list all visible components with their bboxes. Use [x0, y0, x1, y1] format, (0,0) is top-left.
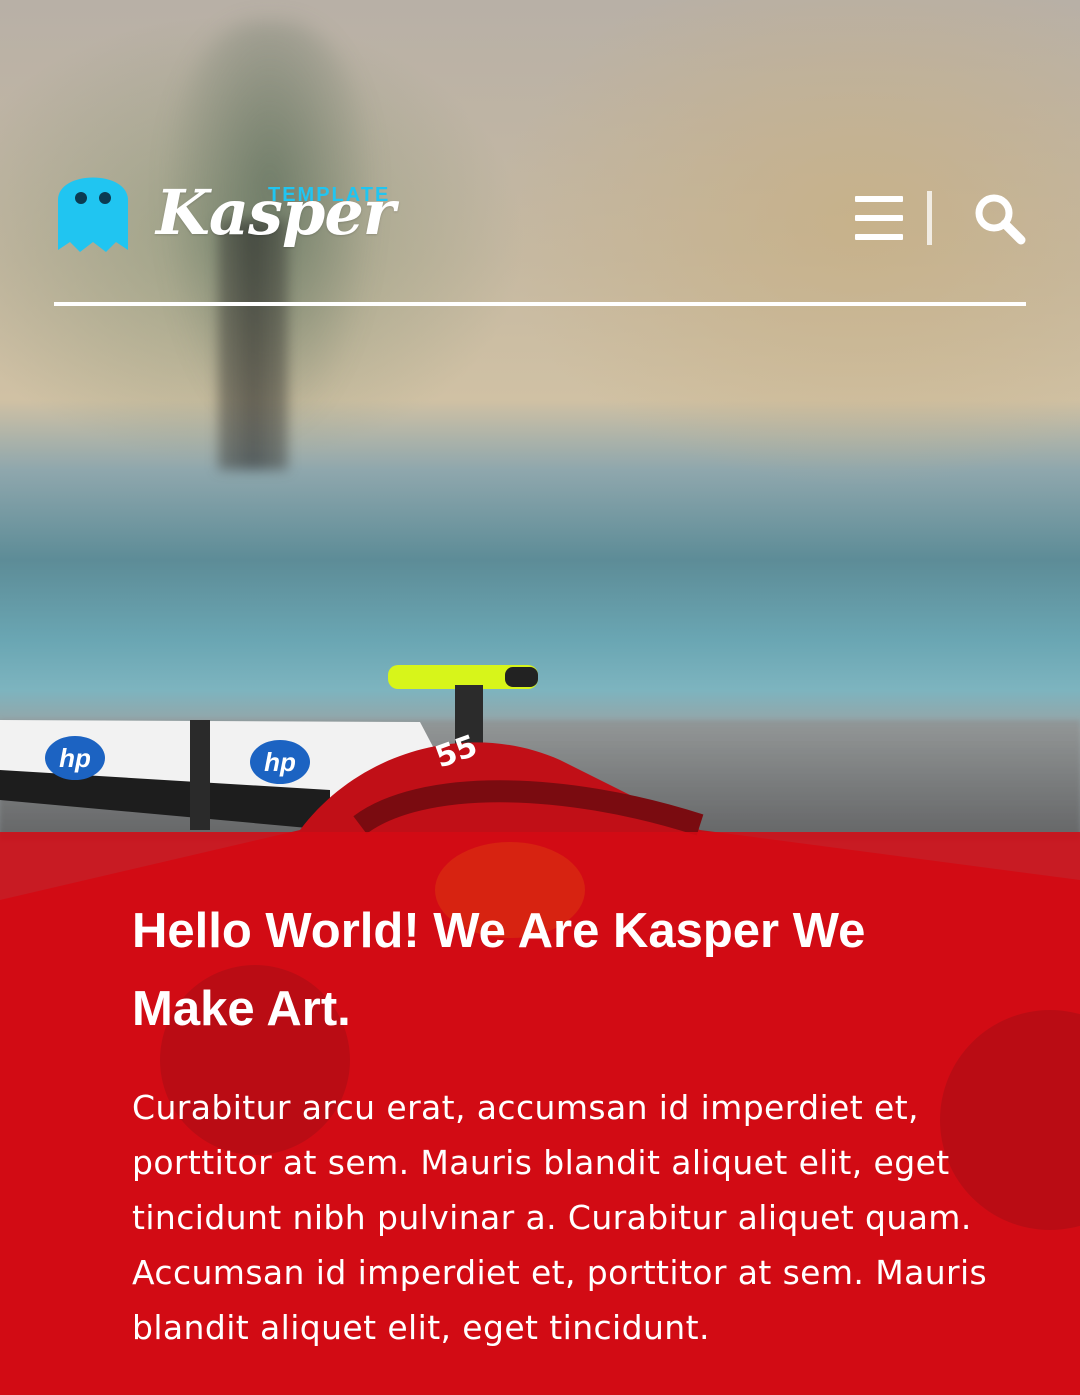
header-underline	[54, 302, 1026, 306]
hamburger-menu-icon[interactable]	[855, 196, 903, 240]
header-divider	[927, 191, 932, 245]
menu-bar	[855, 196, 903, 202]
hero-intro-panel: Hello World! We Are Kasper We Make Art. …	[0, 832, 1080, 1395]
search-icon[interactable]	[972, 191, 1026, 245]
menu-bar	[855, 215, 903, 221]
site-header: TEMPLATE Kasper	[54, 160, 1026, 308]
ghost-logo-icon	[58, 177, 128, 252]
logo-brand-name: Kasper	[156, 176, 395, 249]
hero-description: Curabitur arcu erat, accumsan id imperdi…	[132, 1088, 988, 1347]
background-race-track	[0, 720, 1080, 840]
header-actions	[855, 188, 1026, 248]
menu-bar	[855, 234, 903, 240]
site-logo[interactable]: TEMPLATE Kasper	[54, 160, 414, 270]
hero-title: Hello World! We Are Kasper We Make Art.	[132, 904, 866, 1036]
